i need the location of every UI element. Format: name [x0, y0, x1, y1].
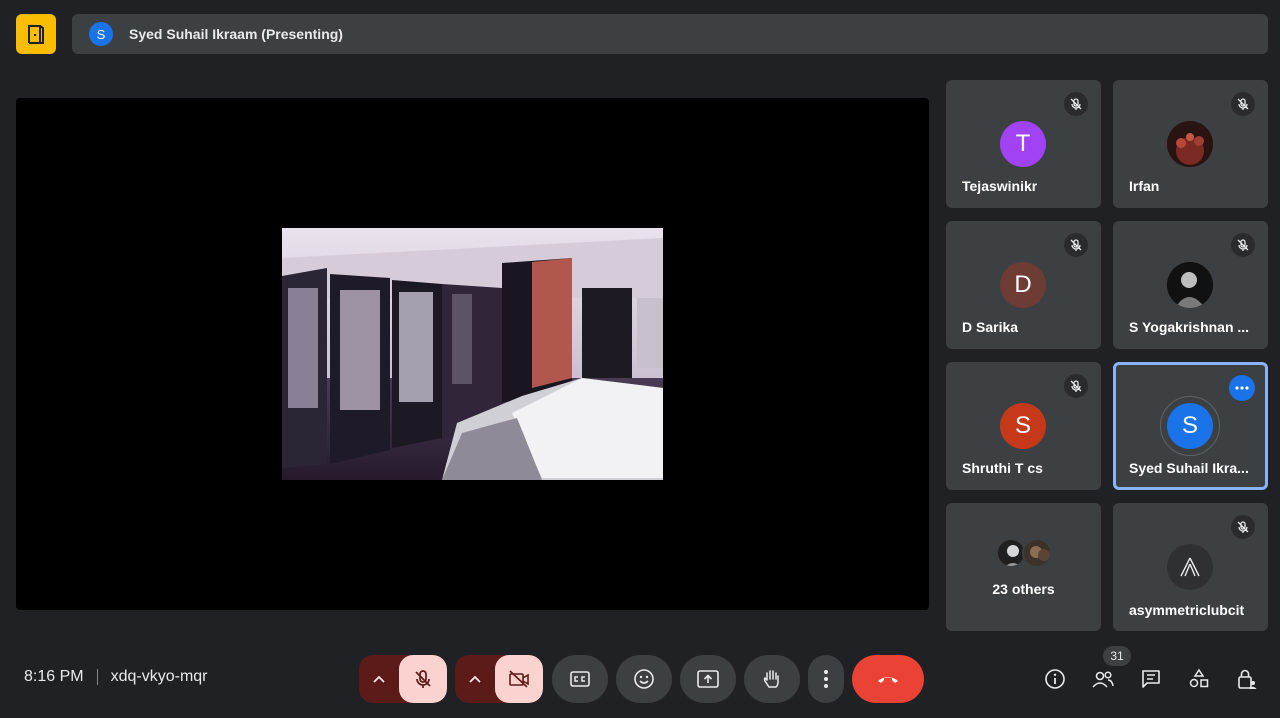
presenter-avatar: S: [89, 22, 113, 46]
participant-name: Shruthi T cs: [962, 460, 1043, 476]
avatar: T: [1000, 121, 1046, 167]
presenter-label: Syed Suhail Ikraam (Presenting): [129, 26, 343, 42]
participant-name: asymmetriclubcit: [1129, 602, 1245, 618]
participant-name: Irfan: [1129, 178, 1160, 194]
participant-name: S Yogakrishnan ...: [1129, 319, 1250, 335]
mic-off-icon: [1064, 92, 1088, 116]
participant-tile[interactable]: S Yogakrishnan ...: [1113, 221, 1268, 349]
end-call-icon: [878, 677, 898, 683]
mic-off-icon: [1064, 233, 1088, 257]
others-tile[interactable]: 23 others: [946, 503, 1101, 631]
activities-icon: [1189, 668, 1209, 688]
more-vert-icon: [824, 670, 828, 688]
mic-off-icon: [1064, 374, 1088, 398]
present-icon: [697, 670, 719, 688]
people-count-badge: 31: [1103, 646, 1131, 666]
more-options-icon[interactable]: [1229, 375, 1255, 401]
lock-person-icon: [1238, 669, 1257, 689]
people-button[interactable]: [1088, 664, 1118, 694]
mic-off-icon: [1231, 92, 1255, 116]
meeting-details-button[interactable]: [1040, 664, 1070, 694]
mic-off-icon: [1231, 515, 1255, 539]
avatar: S: [1000, 403, 1046, 449]
mic-off-icon: [1231, 233, 1255, 257]
people-icon: [1092, 671, 1114, 688]
mic-control: [359, 655, 447, 703]
mic-options-button[interactable]: [359, 655, 399, 703]
shared-slide-image: [282, 228, 663, 480]
chat-button[interactable]: [1136, 664, 1166, 694]
emoji-icon: [634, 669, 654, 689]
present-button[interactable]: [680, 655, 736, 703]
participant-tile[interactable]: S Shruthi T cs: [946, 362, 1101, 490]
meeting-code: xdq-vkyo-mqr: [110, 668, 208, 685]
participant-tile-active[interactable]: S Syed Suhail Ikra...: [1113, 362, 1268, 490]
raise-hand-icon: [763, 670, 779, 688]
mic-toggle-button[interactable]: [399, 655, 447, 703]
camera-toggle-button[interactable]: [495, 655, 543, 703]
others-avatars: [996, 538, 1056, 568]
participant-tile[interactable]: T Tejaswinikr: [946, 80, 1101, 208]
avatar-photo: [1167, 121, 1213, 167]
chat-icon: [1142, 670, 1160, 688]
leave-call-button[interactable]: [852, 655, 924, 703]
more-options-button[interactable]: [808, 655, 844, 703]
info-icon: [1045, 669, 1065, 689]
others-count-label: 23 others: [992, 581, 1055, 597]
captions-button[interactable]: [552, 655, 608, 703]
captions-icon: [570, 671, 590, 687]
emoji-button[interactable]: [616, 655, 672, 703]
avatar: S: [1167, 403, 1213, 449]
presentation-stage[interactable]: [16, 98, 929, 610]
participant-tile[interactable]: Irfan: [1113, 80, 1268, 208]
avatar-logo: [1167, 544, 1213, 590]
participant-tile[interactable]: asymmetriclubcit: [1113, 503, 1268, 631]
participant-name: D Sarika: [962, 319, 1019, 335]
meet-logo[interactable]: [16, 14, 56, 54]
activities-button[interactable]: [1184, 664, 1214, 694]
participant-tile[interactable]: D D Sarika: [946, 221, 1101, 349]
meeting-info: 8:16 PM xdq-vkyo-mqr: [24, 668, 208, 686]
meeting-time: 8:16 PM: [24, 668, 84, 685]
participant-name: Syed Suhail Ikra...: [1129, 460, 1249, 476]
divider: [96, 669, 98, 685]
door-icon: [28, 25, 44, 44]
chevron-up-icon: [469, 675, 481, 683]
host-controls-button[interactable]: [1232, 664, 1262, 694]
avatar: D: [1000, 262, 1046, 308]
camera-control: [455, 655, 543, 703]
camera-options-button[interactable]: [455, 655, 495, 703]
participant-name: Tejaswinikr: [962, 178, 1038, 194]
avatar-photo: [1022, 538, 1052, 568]
chevron-up-icon: [373, 675, 385, 683]
mic-off-icon: [415, 670, 431, 688]
camera-off-icon: [509, 670, 529, 688]
avatar-photo: [1167, 262, 1213, 308]
raise-hand-button[interactable]: [744, 655, 800, 703]
presenter-bar: S Syed Suhail Ikraam (Presenting): [72, 14, 1268, 54]
